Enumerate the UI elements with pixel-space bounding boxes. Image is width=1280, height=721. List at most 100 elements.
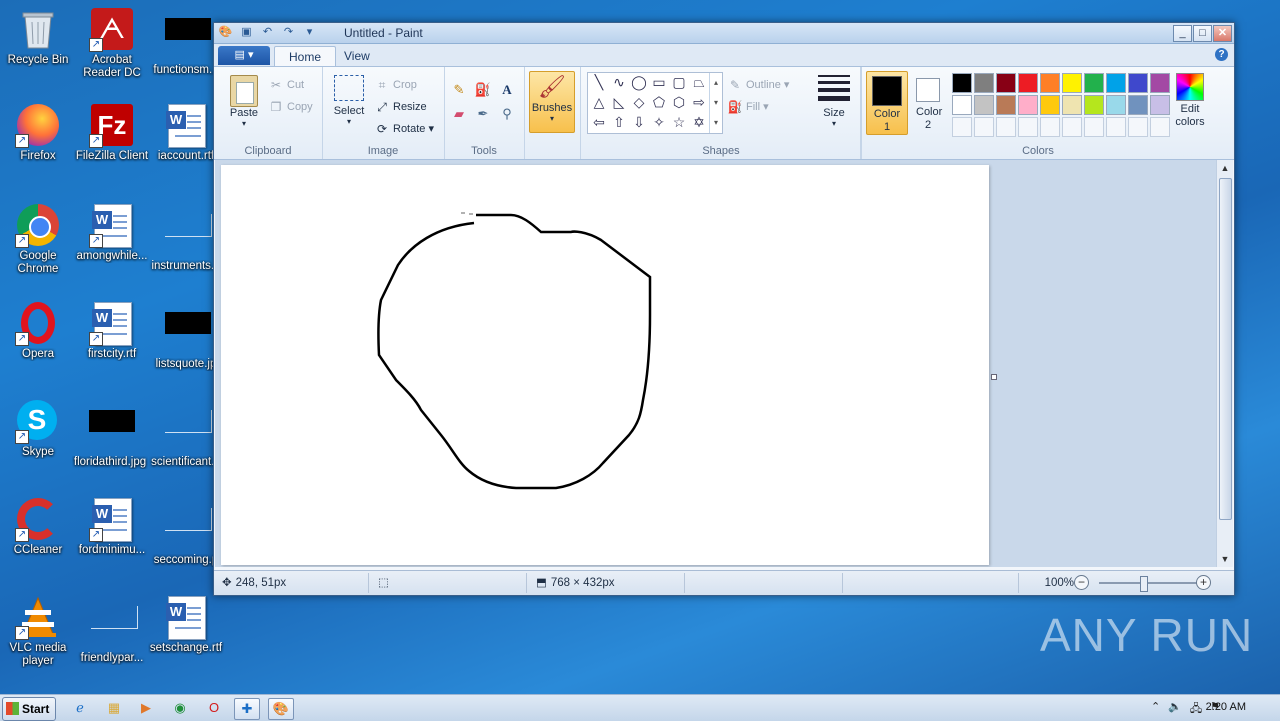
desktop-icon-amongwhile[interactable]: W ↗ amongwhile...	[74, 204, 150, 263]
desktop-icon-ccleaner[interactable]: ↗ CCleaner	[0, 498, 76, 557]
close-button[interactable]: ✕	[1213, 25, 1232, 42]
drawing-canvas[interactable]	[221, 165, 989, 565]
desktop-icon-opera[interactable]: ↗ Opera	[0, 302, 76, 361]
outline-button[interactable]: ✎ Outline ▾	[727, 77, 789, 93]
palette-swatch[interactable]	[974, 95, 994, 115]
volume-icon[interactable]: 🔈	[1168, 700, 1182, 719]
palette-swatch[interactable]	[1062, 95, 1082, 115]
palette-swatch[interactable]	[1128, 117, 1148, 137]
pencil-icon[interactable]: ✎	[448, 79, 470, 101]
palette-swatch[interactable]	[996, 117, 1016, 137]
palette-swatch[interactable]	[952, 117, 972, 137]
eraser-icon[interactable]: ▰	[448, 103, 470, 125]
desktop-icon-firstcity[interactable]: W ↗ firstcity.rtf	[74, 302, 150, 361]
zoom-slider[interactable]	[1099, 582, 1209, 584]
paint-window[interactable]: 🎨 ▣ ↶ ↷ ▾ Untitled - Paint _ □ ✕ ▤ ▾ Hom…	[213, 22, 1235, 596]
brushes-button[interactable]: 🖌 Brushes ▾	[529, 71, 575, 133]
opera-taskbar-icon[interactable]: O	[202, 698, 226, 718]
palette-swatch[interactable]	[974, 73, 994, 93]
palette-swatch[interactable]	[1018, 73, 1038, 93]
desktop-icon-chrome[interactable]: ↗ Google Chrome	[0, 204, 76, 276]
clock[interactable]: 2:20 AM	[1206, 701, 1246, 713]
desktop-icon-vlc[interactable]: ↗ VLC media player	[0, 596, 76, 668]
chrome-taskbar-icon[interactable]: ◉	[168, 698, 192, 718]
tab-home[interactable]: Home	[274, 46, 337, 67]
palette-swatch[interactable]	[1084, 73, 1104, 93]
palette-swatch[interactable]	[1084, 117, 1104, 137]
desktop-icon-firefox[interactable]: ↗ Firefox	[0, 104, 76, 163]
app-taskbar-icon[interactable]: ✚	[234, 698, 260, 720]
palette-swatch[interactable]	[1128, 95, 1148, 115]
color2-button[interactable]: Color 2	[910, 71, 946, 133]
save-icon[interactable]: ▣	[239, 25, 254, 39]
desktop-icon-filezilla[interactable]: Fz ↗ FileZilla Client	[74, 104, 150, 163]
zoom-in-icon[interactable]: +	[1196, 575, 1211, 590]
fill-button[interactable]: ⛽ Fill ▾	[727, 99, 769, 115]
palette-swatch[interactable]	[1106, 95, 1126, 115]
show-hidden-icons-icon[interactable]: ⌃	[1151, 700, 1160, 719]
maximize-button[interactable]: □	[1193, 25, 1212, 42]
palette-swatch[interactable]	[996, 95, 1016, 115]
paint-app-icon[interactable]: 🎨	[218, 25, 233, 39]
magnifier-icon[interactable]: ⚲	[496, 103, 518, 125]
minimize-button[interactable]: _	[1173, 25, 1192, 42]
tab-view[interactable]: View	[330, 46, 384, 66]
color1-button[interactable]: Color 1	[866, 71, 908, 135]
file-menu-button[interactable]: ▤ ▾	[218, 46, 270, 65]
paste-button[interactable]: Paste ▾	[224, 75, 264, 128]
start-button[interactable]: Start	[2, 697, 56, 721]
media-player-taskbar-icon[interactable]: ▶	[134, 698, 158, 718]
palette-swatch[interactable]	[1018, 117, 1038, 137]
palette-swatch[interactable]	[1106, 117, 1126, 137]
edit-colors-button[interactable]: Edit colors	[1168, 73, 1212, 129]
desktop-icon-floridathird[interactable]: floridathird.jpg	[72, 400, 148, 469]
palette-swatch[interactable]	[1040, 73, 1060, 93]
explorer-taskbar-icon[interactable]: ▦	[102, 698, 126, 718]
paint-taskbar-icon[interactable]: 🎨	[268, 698, 294, 720]
desktop-icon-friendlypar[interactable]: friendlypar...	[74, 596, 150, 665]
rotate-button[interactable]: ⟳ Rotate ▾	[374, 121, 434, 137]
help-icon[interactable]: ?	[1215, 48, 1228, 61]
canvas-resize-handle[interactable]	[991, 374, 997, 380]
scroll-thumb[interactable]	[1219, 178, 1232, 520]
palette-swatch[interactable]	[1084, 95, 1104, 115]
palette-swatch[interactable]	[1040, 95, 1060, 115]
palette-swatch[interactable]	[1040, 117, 1060, 137]
text-tool-icon[interactable]: A	[496, 79, 518, 101]
network-icon[interactable]: 🖧	[1190, 700, 1202, 719]
redo-icon[interactable]: ↷	[281, 25, 296, 39]
desktop-icon-acrobat[interactable]: ᗅ ↗ Acrobat Reader DC	[74, 8, 150, 80]
palette-swatch[interactable]	[996, 73, 1016, 93]
palette-swatch[interactable]	[1150, 73, 1170, 93]
vertical-scrollbar[interactable]: ▲ ▼	[1216, 160, 1233, 567]
palette-swatch[interactable]	[974, 117, 994, 137]
palette-swatch[interactable]	[1062, 73, 1082, 93]
palette-swatch[interactable]	[1150, 95, 1170, 115]
cut-button[interactable]: ✂ Cut	[268, 77, 304, 93]
canvas-area[interactable]	[215, 160, 1219, 567]
shapes-scroll[interactable]: ▴ ▾ ▾	[709, 73, 722, 133]
palette-swatch[interactable]	[952, 95, 972, 115]
select-button[interactable]: Select ▾	[330, 75, 368, 126]
palette-swatch[interactable]	[1018, 95, 1038, 115]
palette-swatch[interactable]	[1062, 117, 1082, 137]
resize-button[interactable]: ⤢ Resize	[374, 99, 426, 115]
palette-swatch[interactable]	[1106, 73, 1126, 93]
size-button[interactable]: Size ▾	[816, 75, 852, 128]
palette-swatch[interactable]	[1150, 117, 1170, 137]
color-picker-icon[interactable]: ✒	[472, 103, 494, 125]
palette-swatch[interactable]	[1128, 73, 1148, 93]
desktop-icon-setschange[interactable]: W setschange.rtf	[148, 596, 224, 655]
shapes-gallery[interactable]: ╲ ∿ ◯ ▭ ▢ ⏢ △ ◺ ◇ ⬠ ⬡ ⇨ ⇦ ⇧ ⇩ ✧ ☆ ✡ ▴ ▾ ▾	[587, 72, 723, 134]
palette-swatch[interactable]	[952, 73, 972, 93]
desktop-icon-fordminimu[interactable]: W ↗ fordminimu...	[74, 498, 150, 557]
zoom-slider-thumb[interactable]	[1140, 576, 1148, 592]
zoom-out-icon[interactable]: −	[1074, 575, 1089, 590]
customize-qat-icon[interactable]: ▾	[302, 25, 317, 39]
desktop-icon-recycle-bin[interactable]: Recycle Bin	[0, 8, 76, 67]
undo-icon[interactable]: ↶	[260, 25, 275, 39]
ie-taskbar-icon[interactable]: ℯ	[68, 698, 92, 718]
copy-button[interactable]: ❐ Copy	[268, 99, 313, 115]
crop-button[interactable]: ⌗ Crop	[374, 77, 417, 93]
title-bar[interactable]: 🎨 ▣ ↶ ↷ ▾ Untitled - Paint _ □ ✕	[214, 23, 1234, 44]
